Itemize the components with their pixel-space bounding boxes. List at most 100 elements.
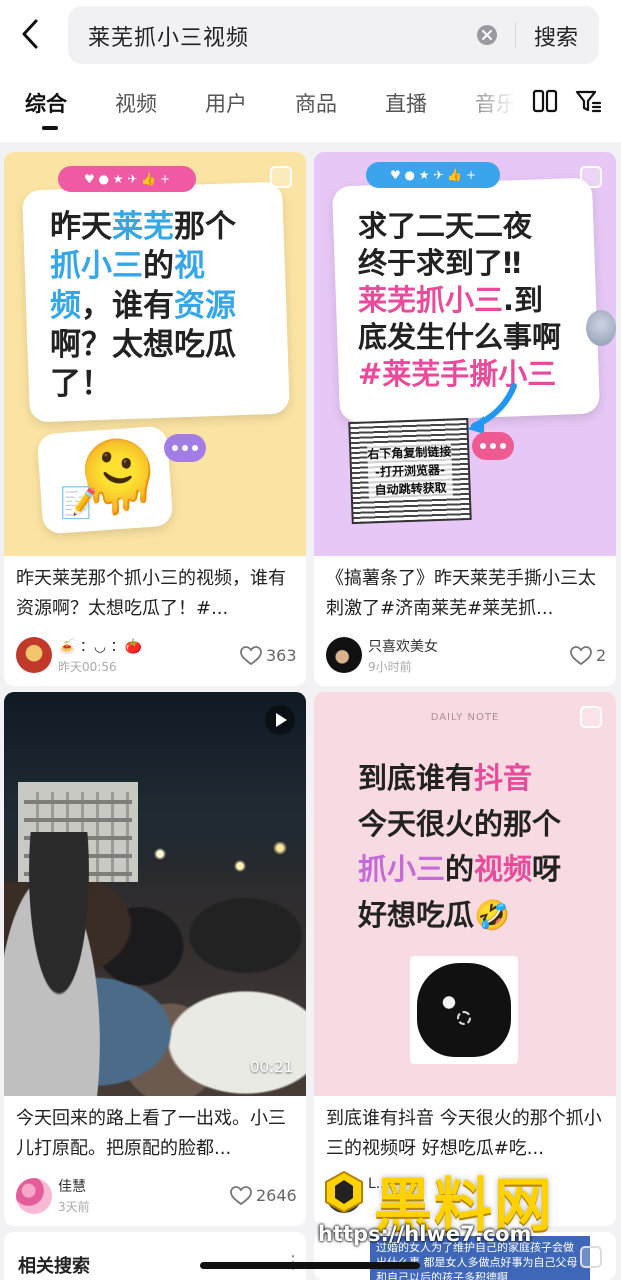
cover-text-segment: 莱芜抓小三 [358, 283, 504, 318]
cover-text-segment: 的 [143, 248, 174, 285]
cover-text: 到底谁有抖音今天很火的那个 抓小三的视频呀 好想吃瓜🤣 [358, 756, 561, 938]
cover-text: 昨天莱芜那个 抓小三的视 频，谁有资源 啊？太想吃瓜 了！ [50, 208, 236, 405]
active-tab-indicator [42, 126, 58, 130]
cover-text-segment: 视 [174, 248, 205, 285]
cover-text-segment: 抓小三 [358, 852, 446, 887]
author-name[interactable]: 🍝 ：◡ ：🍅 [58, 636, 142, 656]
cover-text-segment: 昨天 [50, 209, 112, 245]
cover-text-line: 好想吃瓜🤣 [358, 893, 561, 939]
card-cover: ♥ ● ★ ✈ 👍 + 昨天莱芜那个 抓小三的视 频，谁有资源 啊？太想吃瓜 了！ 🫠 … [4, 152, 306, 556]
overlay-notice-text: 右下角复制链接 -打开浏览器- 自动跳转获取 [367, 442, 453, 500]
layout-toggle-icon[interactable] [532, 88, 558, 114]
cover-text-line: 到底谁有抖音 [358, 756, 561, 802]
search-button[interactable]: 搜索 [534, 20, 578, 52]
cover-text-segment: 了！ [50, 366, 112, 403]
tab-goods[interactable]: 商品 [295, 88, 337, 118]
heart-icon[interactable] [240, 646, 262, 666]
home-indicator [200, 1262, 420, 1269]
cover-text-line: 昨天莱芜那个 [50, 208, 236, 247]
cover-text-segment: 啊？太想吃瓜 [50, 327, 236, 364]
tab-bar: 综合 视频 用户 商品 直播 音乐 [0, 70, 621, 142]
overlay-notice: 右下角复制链接 -打开浏览器- 自动跳转获取 [348, 417, 472, 525]
like-count: 363 [266, 646, 297, 665]
related-search-title: 相关搜索 [18, 1256, 90, 1277]
cover-text-line: 抓小三的视 [50, 247, 236, 286]
author-name[interactable]: 只喜欢美女 [368, 636, 438, 656]
cover-text-segment: 视频 [474, 852, 533, 887]
cat-photo [410, 956, 518, 1064]
divider [515, 22, 516, 48]
avatar[interactable] [16, 637, 52, 673]
search-query[interactable]: 莱芜抓小三视频 [88, 20, 249, 52]
tab-users[interactable]: 用户 [205, 88, 247, 118]
cover-text-line: 啊？太想吃瓜 [50, 326, 236, 365]
play-icon[interactable] [265, 705, 295, 735]
card-cover: DAILY NOTE 到底谁有抖音今天很火的那个 抓小三的视频呀 好想吃瓜🤣 [314, 692, 616, 1096]
card-title: 今天回来的路上看了一出戏。小三儿打原配。把原配的脸都... [16, 1108, 286, 1159]
cover-text-segment: 频 [50, 287, 81, 324]
card-title: 《搞薯条了》昨天莱芜手撕小三太刺激了#济南莱芜#莱芜抓... [326, 568, 596, 619]
tab-live[interactable]: 直播 [385, 88, 427, 118]
author-name[interactable]: 佳慧 [58, 1176, 86, 1196]
cover-text-segment: 抖音 [474, 761, 533, 795]
heart-icon[interactable] [230, 1186, 252, 1206]
cover-text-segment: 呀 [532, 852, 562, 887]
watermark-logo-icon [325, 1170, 363, 1214]
cover-text-line: 今天很火的那个 [358, 802, 561, 848]
video-cover[interactable]: 00:21 [4, 692, 306, 1096]
heart-icon[interactable] [570, 646, 592, 666]
cover-text-line: 终于求到了‼ [358, 245, 561, 282]
tab-all[interactable]: 综合 [25, 88, 67, 118]
cover-text-segment: 求了二天二夜 [358, 209, 533, 243]
cover-header: DAILY NOTE [430, 712, 500, 723]
typing-bubble [164, 434, 206, 462]
search-header: 莱芜抓小三视频 搜索 [0, 0, 621, 70]
filter-icon[interactable] [574, 87, 602, 115]
cover-text-segment: #莱芜手撕小三 [358, 357, 557, 392]
card-title: 昨天莱芜那个抓小三的视频，谁有资源啊？太想吃瓜了！#... [16, 568, 286, 619]
select-checkbox[interactable] [580, 166, 602, 188]
cover-text-segment: 今天很火的那个 [358, 806, 562, 841]
side-avatar[interactable] [586, 310, 616, 346]
tab-fade [456, 70, 526, 142]
cover-text-segment: 终于求到了‼ [358, 246, 522, 281]
like-count: 2 [596, 646, 607, 665]
back-arrow-icon [22, 19, 38, 49]
tab-video[interactable]: 视频 [115, 88, 157, 118]
select-checkbox[interactable] [580, 1246, 602, 1268]
cover-text-segment: 莱芜 [112, 209, 174, 245]
clear-icon[interactable] [476, 24, 498, 46]
cover-text-segment: 的 [445, 852, 475, 887]
select-checkbox[interactable] [580, 706, 602, 728]
search-input[interactable]: 莱芜抓小三视频 搜索 [68, 6, 599, 64]
result-card[interactable]: ♥ ● ★ ✈ 👍 + 昨天莱芜那个 抓小三的视 频，谁有资源 啊？太想吃瓜 了！ 🫠 … [4, 152, 306, 686]
like-count: 2646 [256, 1186, 297, 1205]
person-foreground [4, 832, 114, 1096]
cover-text: 求了二天二夜 终于求到了‼ 莱芜抓小三.到 底发生什么事啊 #莱芜手撕小三 [358, 208, 561, 394]
post-time: 3天前 [58, 1200, 90, 1214]
cover-text-segment: 到底谁有 [358, 761, 475, 795]
related-search-card[interactable]: 相关搜索 ⋮ [4, 1232, 306, 1280]
card-title: 到底谁有抖音 今天很火的那个抓小三的视频呀 好想吃瓜#吃... [326, 1108, 602, 1159]
cover-text-segment: 那个 [174, 209, 236, 245]
video-duration: 00:21 [250, 1058, 294, 1076]
avatar[interactable] [326, 637, 362, 673]
cover-text-segment: 底发生什么事啊 [358, 320, 562, 355]
back-button[interactable] [14, 14, 50, 54]
reaction-bar: ♥ ● ★ ✈ 👍 + [58, 166, 196, 192]
result-card[interactable]: ♥ ● ★ ✈ 👍 + 求了二天二夜 终于求到了‼ 莱芜抓小三.到 底发生什么事啊 #莱… [314, 152, 616, 686]
cover-text-segment: 好想吃瓜🤣 [358, 897, 511, 932]
cover-text-line: 了！ [50, 365, 236, 404]
select-checkbox[interactable] [270, 166, 292, 188]
reaction-bar: ♥ ● ★ ✈ 👍 + [366, 162, 500, 188]
cover-text-line: 频，谁有资源 [50, 287, 236, 326]
cover-text-segment: 资源 [174, 287, 236, 324]
result-card[interactable]: 00:21 今天回来的路上看了一出戏。小三儿打原配。把原配的脸都... 佳慧 3… [4, 692, 306, 1226]
post-time: 昨天00:56 [58, 660, 117, 674]
avatar[interactable] [16, 1178, 52, 1214]
cover-text-line: 莱芜抓小三.到 [358, 282, 561, 319]
cover-text-line: 求了二天二夜 [358, 208, 561, 245]
result-card[interactable]: DAILY NOTE 到底谁有抖音今天很火的那个 抓小三的视频呀 好想吃瓜🤣 到底谁… [314, 692, 616, 1226]
cover-text-segment: 抓小三 [50, 248, 143, 285]
peek-card-text: 过婚的女人为了维护自己的家庭孩子会做出什么事 都是女人多做点好事为自己父母和自己… [376, 1241, 578, 1280]
